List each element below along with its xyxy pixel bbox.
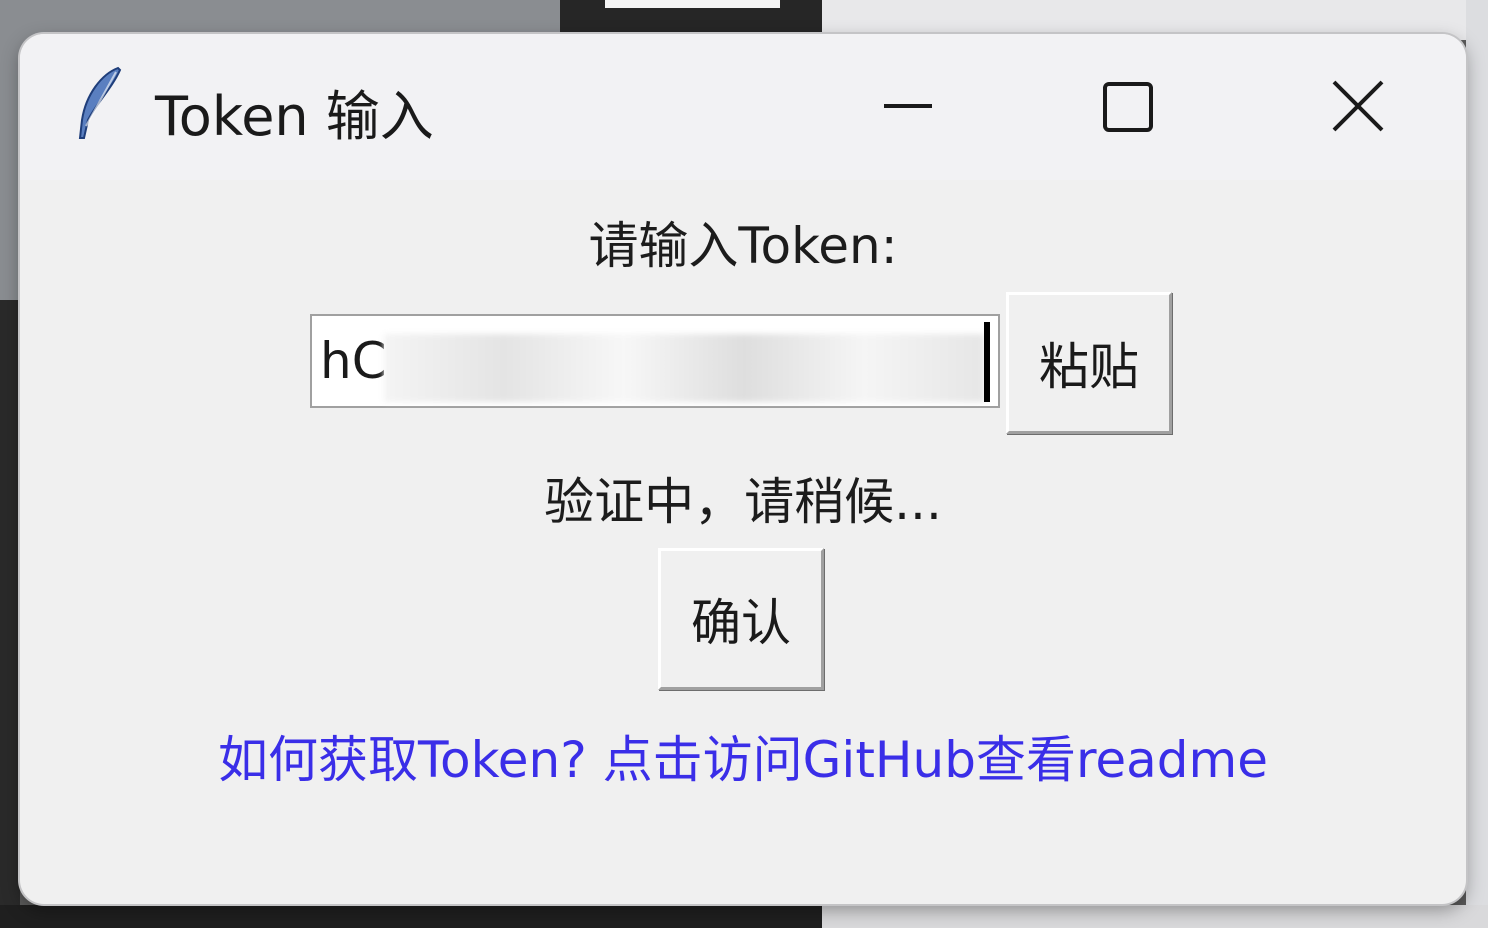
window-title: Token 输入 <box>155 85 434 148</box>
confirm-button[interactable]: 确认 <box>658 548 824 690</box>
minimize-button[interactable] <box>798 34 1018 180</box>
background-window-tab <box>605 0 780 8</box>
title-bar[interactable]: Token 输入 <box>20 34 1466 180</box>
minimize-icon <box>884 104 932 108</box>
close-button[interactable] <box>1246 34 1466 180</box>
token-dialog: Token 输入 请输入Token: 粘贴 验证中，请稍候... 确认 如何获取… <box>20 34 1466 904</box>
text-caret <box>984 322 990 402</box>
status-message: 验证中，请稍候... <box>544 473 942 531</box>
token-prompt-label: 请输入Token: <box>588 217 898 275</box>
desktop-background-strip <box>0 300 20 928</box>
maximize-button[interactable] <box>1018 34 1238 180</box>
token-redaction <box>384 334 984 402</box>
close-icon <box>1332 80 1384 132</box>
desktop-bottom-right <box>822 905 1488 928</box>
maximize-icon <box>1103 82 1153 132</box>
background-window-right-edge <box>1466 0 1488 928</box>
feather-icon <box>72 64 128 144</box>
github-readme-link[interactable]: 如何获取Token? 点击访问GitHub查看readme <box>20 720 1466 792</box>
desktop-bottom-left <box>0 905 822 928</box>
paste-button[interactable]: 粘贴 <box>1006 292 1172 434</box>
